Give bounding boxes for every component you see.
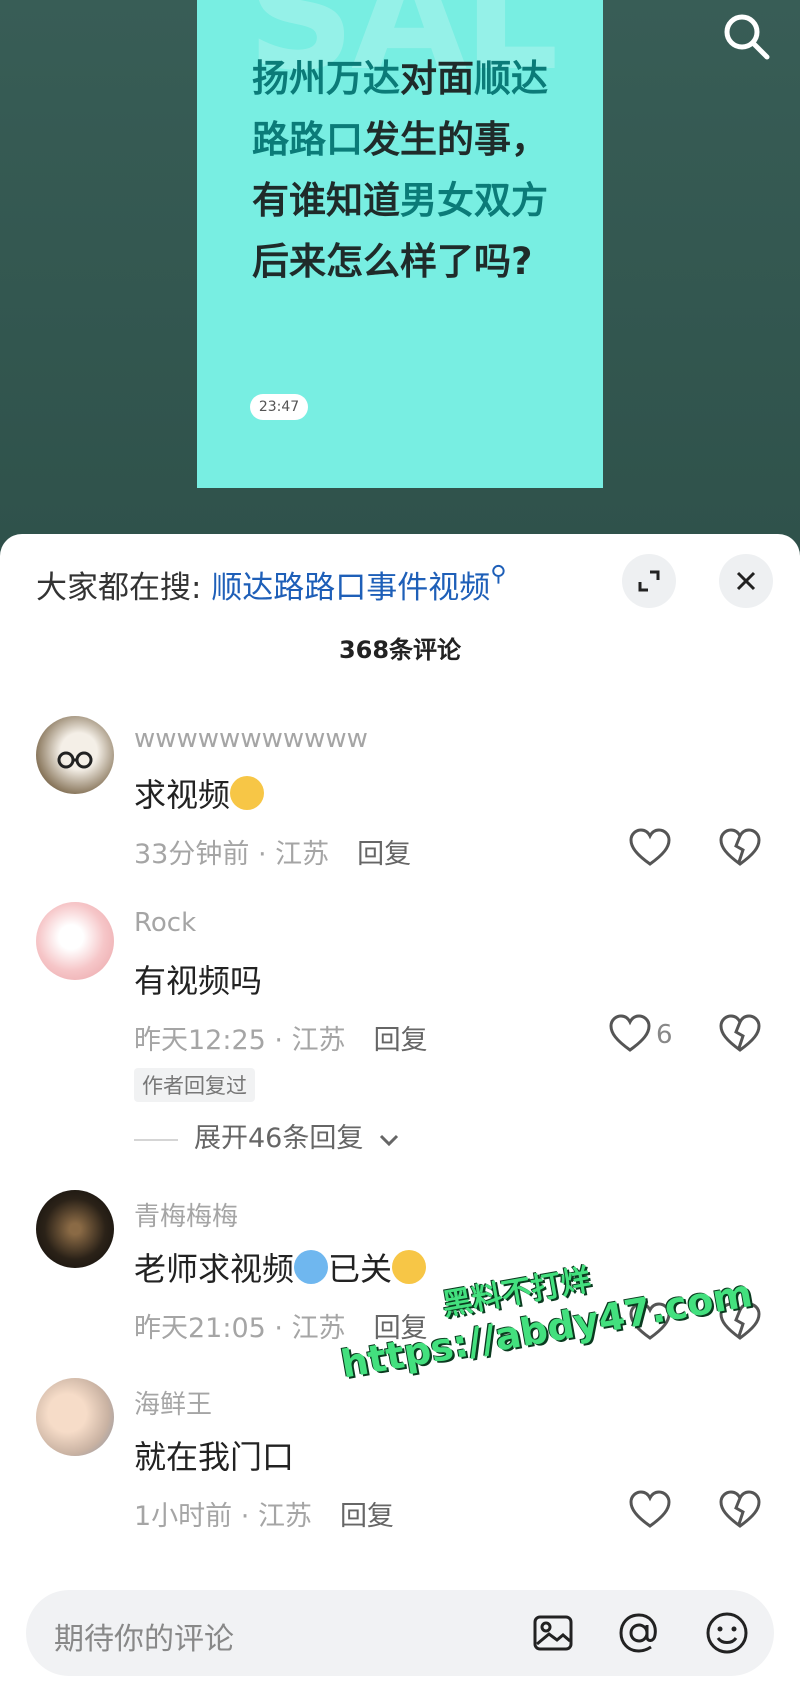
comment-text: 有视频吗 — [134, 962, 263, 1000]
avatar[interactable] — [36, 1190, 114, 1268]
broken-heart-icon[interactable] — [718, 1014, 762, 1054]
comment-time: 33分钟前 — [134, 839, 250, 870]
comment-meta: 33分钟前 · 江苏 回复 — [134, 839, 412, 870]
comment-input-placeholder: 期待你的评论 — [54, 1622, 234, 1657]
comment-username[interactable]: 海鲜王 — [134, 1384, 212, 1421]
crying-emoji-icon — [294, 1250, 329, 1284]
post-time-chip: 23:47 — [250, 394, 308, 420]
post-card: SAL 扬州万达对面顺达路路口发生的事，有谁知道男女双方后来怎么样了吗? 23:… — [197, 0, 603, 488]
comment-text-body: 老师求视频 — [134, 1250, 295, 1288]
close-icon — [736, 571, 756, 591]
hot-search: 大家都在搜: 顺达路路口事件视频⚲ — [36, 562, 506, 607]
emoji-icon[interactable] — [704, 1610, 750, 1656]
heart-icon[interactable] — [608, 1014, 652, 1054]
avatar-image — [57, 751, 93, 769]
comment-region: 江苏 — [257, 1501, 312, 1532]
expand-icon — [638, 570, 660, 592]
comment-text-body-2: 已关 — [328, 1250, 393, 1288]
comment-meta: 1小时前 · 江苏 回复 — [134, 1501, 394, 1532]
close-button[interactable] — [719, 554, 773, 608]
headline-part: 扬州万达 — [252, 57, 400, 100]
thinking-emoji-icon — [230, 776, 265, 810]
comment-text: 老师求视频 已关 — [134, 1244, 427, 1290]
comment-username[interactable]: 青梅梅梅 — [134, 1196, 238, 1233]
headline-part: 男女双方 — [400, 179, 548, 222]
comment-sheet: 大家都在搜: 顺达路路口事件视频⚲ 368条评论 — [0, 534, 800, 1695]
comment-meta: 昨天12:25 · 江苏 回复 — [134, 1025, 428, 1056]
video-area[interactable]: SAL 扬州万达对面顺达路路口发生的事，有谁知道男女双方后来怎么样了吗? 23:… — [0, 0, 800, 540]
avatar[interactable] — [36, 716, 114, 794]
broken-heart-icon[interactable] — [718, 1490, 762, 1530]
like-count: 6 — [656, 1020, 673, 1050]
expand-button[interactable] — [622, 554, 676, 608]
divider-line — [134, 1138, 178, 1141]
comment-time: 昨天12:25 — [134, 1025, 266, 1056]
hot-search-keyword[interactable]: 顺达路路口事件视频 — [211, 570, 490, 606]
search-icon[interactable] — [718, 8, 774, 64]
avatar[interactable] — [36, 902, 114, 980]
avatar[interactable] — [36, 1378, 114, 1456]
heart-icon[interactable] — [628, 1490, 672, 1530]
chevron-down-icon — [379, 1134, 399, 1147]
small-search-icon: ⚲ — [490, 562, 507, 587]
at-icon[interactable] — [616, 1610, 662, 1656]
heart-icon[interactable] — [628, 828, 672, 868]
thinking-emoji-icon — [392, 1250, 427, 1284]
hot-search-label: 大家都在搜: — [36, 570, 202, 606]
comment-username[interactable]: Rock — [134, 908, 196, 938]
post-headline: 扬州万达对面顺达路路口发生的事，有谁知道男女双方后来怎么样了吗? — [252, 48, 572, 292]
headline-part: 后来怎么样了吗? — [252, 240, 533, 283]
headline-part: 对面 — [400, 57, 474, 100]
image-icon[interactable] — [530, 1610, 576, 1656]
comment-region: 江苏 — [291, 1025, 346, 1056]
expand-replies[interactable]: 展开46条回复 — [134, 1116, 400, 1155]
comment-region: 江苏 — [275, 839, 330, 870]
comment-text: 求视频 — [134, 770, 265, 816]
expand-replies-label: 展开46条回复 — [194, 1123, 364, 1154]
reply-button[interactable]: 回复 — [340, 1501, 394, 1532]
comment-time: 1小时前 — [134, 1501, 233, 1532]
comment-time: 昨天21:05 — [134, 1313, 266, 1344]
author-replied-badge: 作者回复过 — [134, 1068, 255, 1102]
broken-heart-icon[interactable] — [718, 828, 762, 868]
reply-button[interactable]: 回复 — [374, 1025, 428, 1056]
comment-count: 368条评论 — [338, 636, 462, 664]
reply-button[interactable]: 回复 — [357, 839, 411, 870]
comment-username[interactable]: wwwwwwwwwww — [134, 724, 368, 754]
comment-input-bar[interactable]: 期待你的评论 — [26, 1590, 774, 1676]
comment-text-body: 求视频 — [134, 776, 231, 814]
comment-text: 就在我门口 — [134, 1438, 295, 1476]
